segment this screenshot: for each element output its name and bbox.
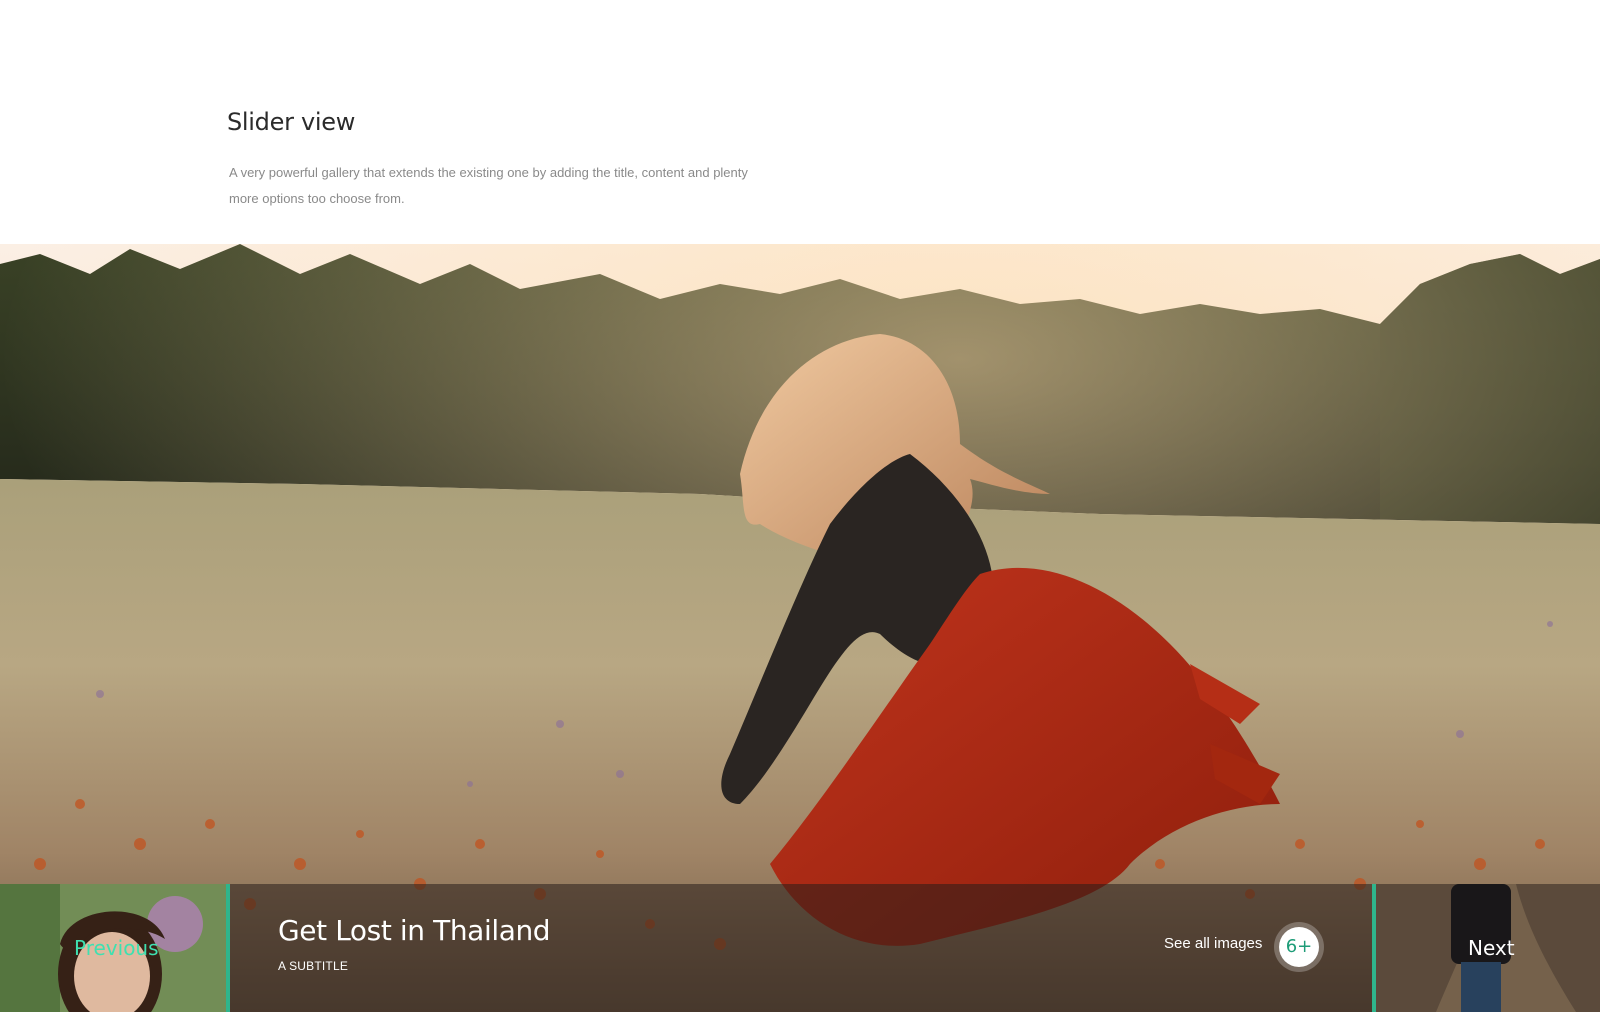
- previous-slide-button[interactable]: Previous: [0, 884, 230, 1012]
- see-all-images-link[interactable]: See all images: [1164, 935, 1262, 952]
- more-images-count-badge[interactable]: 6+: [1279, 927, 1319, 967]
- image-slider: Previous Get Lost in Thailand A SUBTITLE…: [0, 244, 1600, 1012]
- next-label: Next: [1468, 936, 1515, 960]
- slide-subtitle: A SUBTITLE: [278, 959, 349, 973]
- previous-label: Previous: [74, 936, 159, 960]
- section-header: Slider view A very powerful gallery that…: [227, 108, 787, 212]
- slide-title: Get Lost in Thailand: [278, 914, 551, 947]
- slide-caption: Get Lost in Thailand A SUBTITLE: [278, 914, 551, 973]
- next-slide-button[interactable]: Next: [1372, 884, 1600, 1012]
- page-title: Slider view: [227, 108, 356, 136]
- page: Slider view A very powerful gallery that…: [0, 0, 1600, 1012]
- slider-caption-bar: Previous Get Lost in Thailand A SUBTITLE…: [0, 884, 1600, 1012]
- page-description: A very powerful gallery that extends the…: [229, 165, 748, 206]
